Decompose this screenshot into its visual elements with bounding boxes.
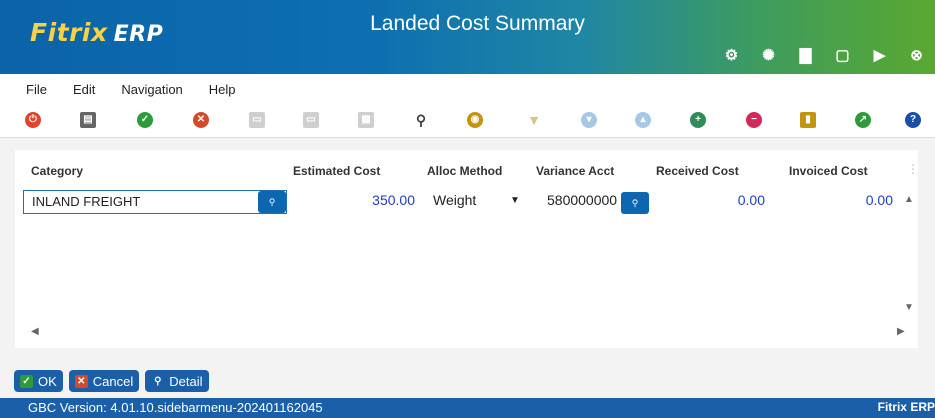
cancel-icon: ✕ <box>74 374 88 388</box>
scroll-right-icon[interactable]: ▶ <box>897 326 905 337</box>
category-value: INLAND FREIGHT <box>32 194 141 209</box>
variance-acct-value[interactable]: 580000000 <box>547 192 617 208</box>
header-received-cost[interactable]: Received Cost <box>656 164 739 178</box>
add-row-icon[interactable]: + <box>690 112 706 128</box>
menu-edit[interactable]: Edit <box>73 82 95 97</box>
status-bar: GBC Version: 4.01.10.sidebarmenu-2024011… <box>0 398 935 418</box>
invoiced-cost-value[interactable]: 0.00 <box>845 192 893 208</box>
estimated-cost-value[interactable]: 350.00 <box>355 192 415 208</box>
action-buttons: ✓ OK ✕ Cancel ⚲ Detail <box>14 370 209 392</box>
search-icon: ⚲ <box>154 375 162 387</box>
title-actions: ⚙ ✺ ▇ ▢ ▶ ⊗ <box>713 46 935 64</box>
check-icon[interactable]: ✓ <box>137 112 153 128</box>
menu-navigation[interactable]: Navigation <box>121 82 182 97</box>
landed-cost-grid: Category Estimated Cost Alloc Method Var… <box>15 150 919 348</box>
ok-label: OK <box>38 373 57 389</box>
received-cost-value[interactable]: 0.00 <box>715 192 765 208</box>
header-invoiced-cost[interactable]: Invoiced Cost <box>789 164 868 178</box>
detail-label: Detail <box>169 373 203 389</box>
vertical-scrollbar[interactable]: ▲ ▼ <box>900 190 918 340</box>
scroll-down-icon[interactable]: ▼ <box>904 302 914 313</box>
scroll-left-icon[interactable]: ◀ <box>31 326 39 337</box>
category-input[interactable]: INLAND FREIGHT ⚲ <box>23 190 287 214</box>
category-lookup-button[interactable]: ⚲ <box>258 191 286 213</box>
cancel-label: Cancel <box>92 373 134 389</box>
paste-icon[interactable]: ▭ <box>303 112 319 128</box>
report-icon[interactable]: ▮ <box>800 112 816 128</box>
horizontal-scrollbar[interactable]: ◀ ▶ <box>15 322 905 344</box>
grid-icon[interactable]: ▦ <box>358 112 374 128</box>
header-estimated-cost[interactable]: Estimated Cost <box>293 164 380 178</box>
scroll-up-icon[interactable]: ▲ <box>904 194 914 205</box>
chart-icon[interactable]: ↗ <box>855 112 871 128</box>
ok-button[interactable]: ✓ OK <box>14 370 63 392</box>
menu-file[interactable]: File <box>26 82 47 97</box>
filter-icon[interactable]: ▼ <box>526 112 542 128</box>
menu-help[interactable]: Help <box>209 82 236 97</box>
alloc-method-select[interactable]: Weight <box>433 192 476 208</box>
toolbar: ⏻ ▤ ✓ ✕ ▭ ▭ ▦ ⚲ ◉ ▼ ▾ ▴ + − ▮ ↗ ? <box>0 104 935 138</box>
header-variance-acct[interactable]: Variance Acct <box>536 164 614 178</box>
arrow-down-icon[interactable]: ▾ <box>581 112 597 128</box>
column-menu-icon[interactable]: ⋮ <box>907 162 919 176</box>
version-text: GBC Version: 4.01.10.sidebarmenu-2024011… <box>28 400 323 415</box>
window-title: Landed Cost Summary <box>370 12 585 35</box>
chevron-down-icon[interactable]: ▼ <box>510 195 520 206</box>
app-window: Fitrix ERP Landed Cost Summary ⚙ ✺ ▇ ▢ ▶ … <box>0 0 935 418</box>
search-icon[interactable]: ⚲ <box>413 112 429 128</box>
variance-acct-lookup-button[interactable]: ⚲ <box>621 192 649 214</box>
check-icon: ✓ <box>20 374 33 388</box>
brand-text: Fitrix ERP <box>877 400 935 414</box>
title-bar: Fitrix ERP Landed Cost Summary ⚙ ✺ ▇ ▢ ▶ … <box>0 0 935 74</box>
header-category[interactable]: Category <box>31 164 83 178</box>
remove-row-icon[interactable]: − <box>746 112 762 128</box>
header-alloc-method[interactable]: Alloc Method <box>427 164 502 178</box>
detail-button[interactable]: ⚲ Detail <box>145 370 209 392</box>
delete-icon[interactable]: ✕ <box>193 112 209 128</box>
arrow-up-icon[interactable]: ▴ <box>635 112 651 128</box>
globe-icon[interactable]: ✺ <box>750 46 787 64</box>
gear-icon[interactable]: ⚙ <box>713 46 750 64</box>
page-icon[interactable]: ▢ <box>824 46 861 64</box>
menu-bar: File Edit Navigation Help <box>0 74 935 104</box>
document-icon[interactable]: ▇ <box>787 46 824 64</box>
duplicate-icon[interactable]: ▭ <box>249 112 265 128</box>
copy-icon[interactable]: ▤ <box>80 112 96 128</box>
cancel-button[interactable]: ✕ Cancel <box>68 370 140 392</box>
close-circle-icon[interactable]: ⊗ <box>898 46 935 64</box>
help-icon[interactable]: ? <box>905 112 921 128</box>
play-icon[interactable]: ▶ <box>861 46 898 64</box>
person-search-icon[interactable]: ◉ <box>467 112 483 128</box>
power-icon[interactable]: ⏻ <box>25 112 41 128</box>
